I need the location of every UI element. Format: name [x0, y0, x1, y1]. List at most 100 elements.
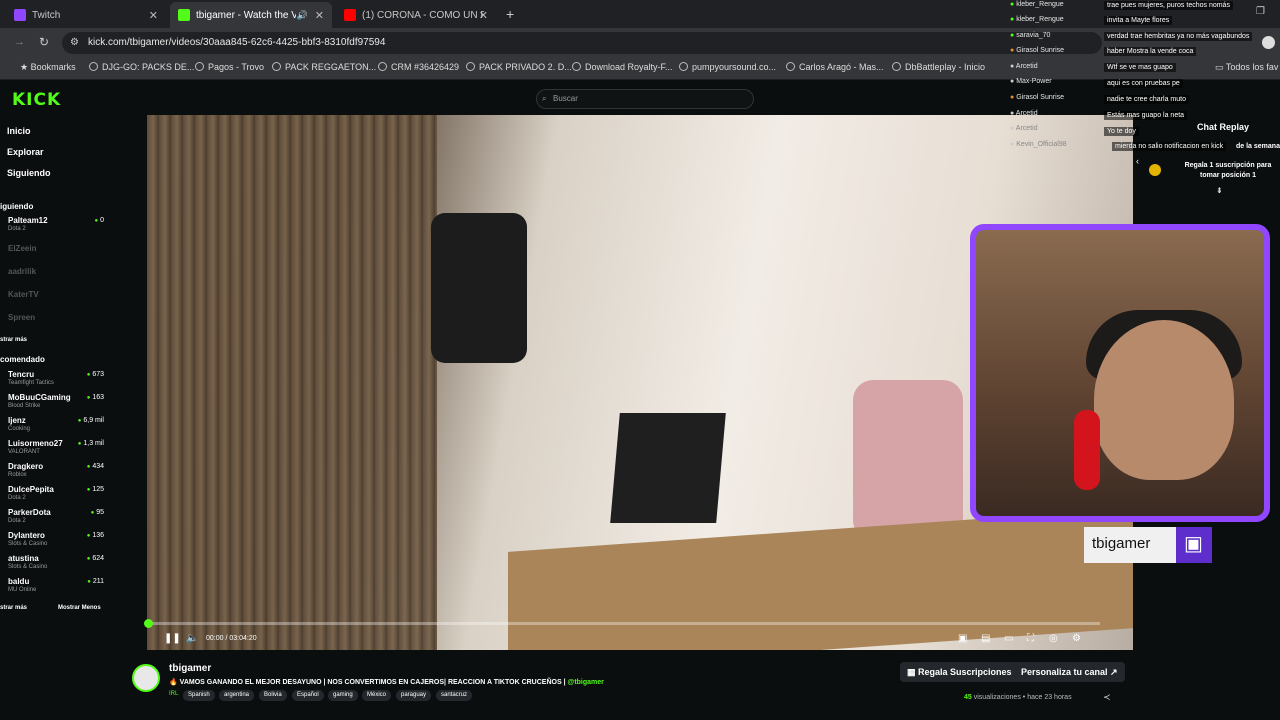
address-bar-row: → ↻ ⚙ kick.com/tbigamer/videos/30aaa845-…: [0, 28, 1280, 58]
expand-icon[interactable]: ⇟: [1216, 186, 1223, 195]
globe-icon: [679, 62, 688, 71]
video-letterbox: [113, 115, 147, 650]
tag-pill[interactable]: argentina: [219, 690, 255, 701]
search-icon: ⌕: [542, 94, 547, 103]
new-tab-icon[interactable]: +: [506, 6, 514, 22]
nav-explorar[interactable]: Explorar: [7, 147, 44, 157]
bookmark-item[interactable]: Pagos - Trovo: [195, 62, 264, 72]
theater-mode-icon[interactable]: ▭: [1004, 633, 1013, 644]
share-icon[interactable]: ≺: [1103, 692, 1111, 703]
recommended-channel[interactable]: DylanteroSlots & Casino136: [8, 531, 108, 551]
fullscreen-icon[interactable]: ⛶: [1027, 633, 1034, 644]
recommended-channel[interactable]: Luisormeno27VALORANT1,3 mil: [8, 439, 108, 459]
following-channel[interactable]: ElZeein: [8, 244, 108, 264]
video-chair: [853, 380, 963, 540]
tag-pill[interactable]: Español: [292, 690, 324, 701]
bookmark-item[interactable]: PACK REGGAETON...: [272, 62, 376, 72]
collapse-chat-icon[interactable]: ‹: [1136, 156, 1139, 166]
tab-youtube[interactable]: (1) CORONA - COMO UN REY ✕: [336, 2, 496, 28]
tab-kick-vod[interactable]: tbigamer - Watch the VOD 🔊 ✕: [170, 2, 332, 28]
profile-icon[interactable]: [1262, 36, 1275, 49]
show-more-following[interactable]: strar más: [0, 337, 27, 343]
channel-name[interactable]: tbigamer: [169, 663, 211, 674]
browser-tab-bar: Twitch ✕ tbigamer - Watch the VOD 🔊 ✕ (1…: [0, 0, 1280, 28]
bookmark-item[interactable]: Download Royalty-F...: [572, 62, 673, 72]
tag-pill[interactable]: Spanish: [183, 690, 215, 701]
nav-siguiendo[interactable]: Siguiendo: [7, 168, 51, 178]
webcam-microphone: [1074, 410, 1100, 490]
video-progress-bar[interactable]: [143, 619, 1100, 628]
following-channel[interactable]: Spreen: [8, 313, 108, 333]
search-input[interactable]: ⌕ Buscar: [536, 89, 754, 109]
close-tab-icon[interactable]: ✕: [149, 9, 158, 22]
recommended-channel[interactable]: balduMU Online211: [8, 577, 108, 597]
following-channel[interactable]: Palteam12 Dota 2 0: [8, 216, 108, 236]
following-channel[interactable]: aadrilik: [8, 267, 108, 287]
audio-icon[interactable]: 🔊: [297, 10, 308, 21]
recommended-channel[interactable]: atustinaSlots & Casino624: [8, 554, 108, 574]
restore-window-icon[interactable]: ❐: [1256, 6, 1265, 17]
week-label: de la semana: [1236, 143, 1280, 150]
fire-icon: 🔥: [169, 679, 180, 686]
following-channel[interactable]: KaterTV: [8, 290, 108, 310]
chat-message: mierda no salio notificacion en kick: [1112, 142, 1227, 151]
tag-pill[interactable]: paraguay: [396, 690, 432, 701]
speed-icon[interactable]: ◎: [1049, 633, 1058, 644]
chat-message: Wtf se ve mas guapo: [1104, 63, 1176, 72]
video-laptop: [610, 413, 726, 523]
bookmark-bookmarks[interactable]: ★ Bookmarks: [20, 62, 76, 73]
webcam-face: [1094, 320, 1234, 480]
chat-message: Yo te doy: [1104, 127, 1139, 136]
customize-channel-button[interactable]: Personaliza tu canal ↗: [1014, 662, 1125, 682]
close-tab-icon[interactable]: ✕: [315, 9, 324, 22]
bookmark-item[interactable]: pumpyoursound.co...: [679, 62, 776, 72]
chat-user: ● Arcetid: [1010, 125, 1038, 132]
bookmarks-bar: ★ Bookmarks DJG-GO: PACKS DE... Pagos - …: [0, 58, 1280, 80]
tag-pill[interactable]: santacruz: [436, 690, 473, 701]
tab-label: Twitch: [32, 9, 61, 21]
chat-message: aqui es con pruebas pe: [1104, 79, 1183, 88]
globe-icon: [195, 62, 204, 71]
settings-gear-icon[interactable]: ⚙: [1072, 633, 1081, 644]
forward-icon[interactable]: →: [14, 36, 25, 48]
tag-pill[interactable]: gaming: [328, 690, 358, 701]
bookmark-item[interactable]: Carlos Aragó - Mas...: [786, 62, 884, 72]
recommended-channel[interactable]: ParkerDotaDota 295: [8, 508, 108, 528]
title-mention[interactable]: @tbigamer: [568, 679, 604, 686]
recommended-channel[interactable]: MoBuuCGamingBlood Strike163: [8, 393, 108, 413]
url-text: kick.com/tbigamer/videos/30aaa845-62c6-4…: [88, 37, 386, 48]
tab-twitch[interactable]: Twitch ✕: [6, 2, 166, 28]
bookmark-item[interactable]: CRM #36426429: [378, 62, 459, 72]
tag-pill[interactable]: México: [362, 690, 392, 701]
video-progress-knob[interactable]: [143, 619, 153, 628]
all-bookmarks-folder[interactable]: ▭ Todos los fav: [1215, 62, 1278, 73]
video-speaker: [431, 213, 527, 363]
miniplayer-icon[interactable]: ▤: [981, 633, 990, 644]
clip-icon[interactable]: ▣: [958, 633, 967, 644]
bookmark-item[interactable]: DJG-GO: PACKS DE...: [89, 62, 194, 72]
chat-message: verdad trae hembritas ya no más vagabund…: [1104, 32, 1253, 41]
youtube-favicon-icon: [344, 9, 356, 21]
recommended-channel[interactable]: ljenzCooking6,9 mil: [8, 416, 108, 436]
bookmark-item[interactable]: DbBattleplay - Inicio: [892, 62, 985, 72]
reload-icon[interactable]: ↻: [39, 35, 49, 49]
chat-user: ● Girasol Sunrise: [1010, 47, 1065, 54]
site-info-icon[interactable]: ⚙: [70, 32, 79, 54]
recommended-channel[interactable]: TencruTeamfight Tactics673: [8, 370, 108, 390]
gift-subscriptions-button[interactable]: ▦ Regala Suscripciones: [900, 662, 1019, 682]
show-less-recommended[interactable]: Mostrar Menos: [58, 605, 101, 611]
recommended-channel[interactable]: DulcePepitaDota 2125: [8, 485, 108, 505]
tag-pill[interactable]: Bolivia: [259, 690, 287, 701]
recommended-channel[interactable]: DragkeroRoblox434: [8, 462, 108, 482]
show-more-recommended[interactable]: strar más: [0, 605, 27, 611]
twitch-favicon-icon: [14, 9, 26, 21]
kick-logo[interactable]: KICK: [12, 90, 61, 110]
channel-avatar[interactable]: [132, 664, 160, 692]
pause-icon[interactable]: ❚❚: [164, 633, 181, 644]
url-field[interactable]: ⚙ kick.com/tbigamer/videos/30aaa845-62c6…: [62, 32, 1102, 54]
bookmark-item[interactable]: PACK PRIVADO 2. D...: [466, 62, 572, 72]
nav-inicio[interactable]: Inicio: [7, 126, 31, 136]
volume-icon[interactable]: 🔈: [186, 633, 198, 644]
close-tab-icon[interactable]: ✕: [479, 9, 488, 22]
category-link[interactable]: IRL: [169, 691, 178, 697]
